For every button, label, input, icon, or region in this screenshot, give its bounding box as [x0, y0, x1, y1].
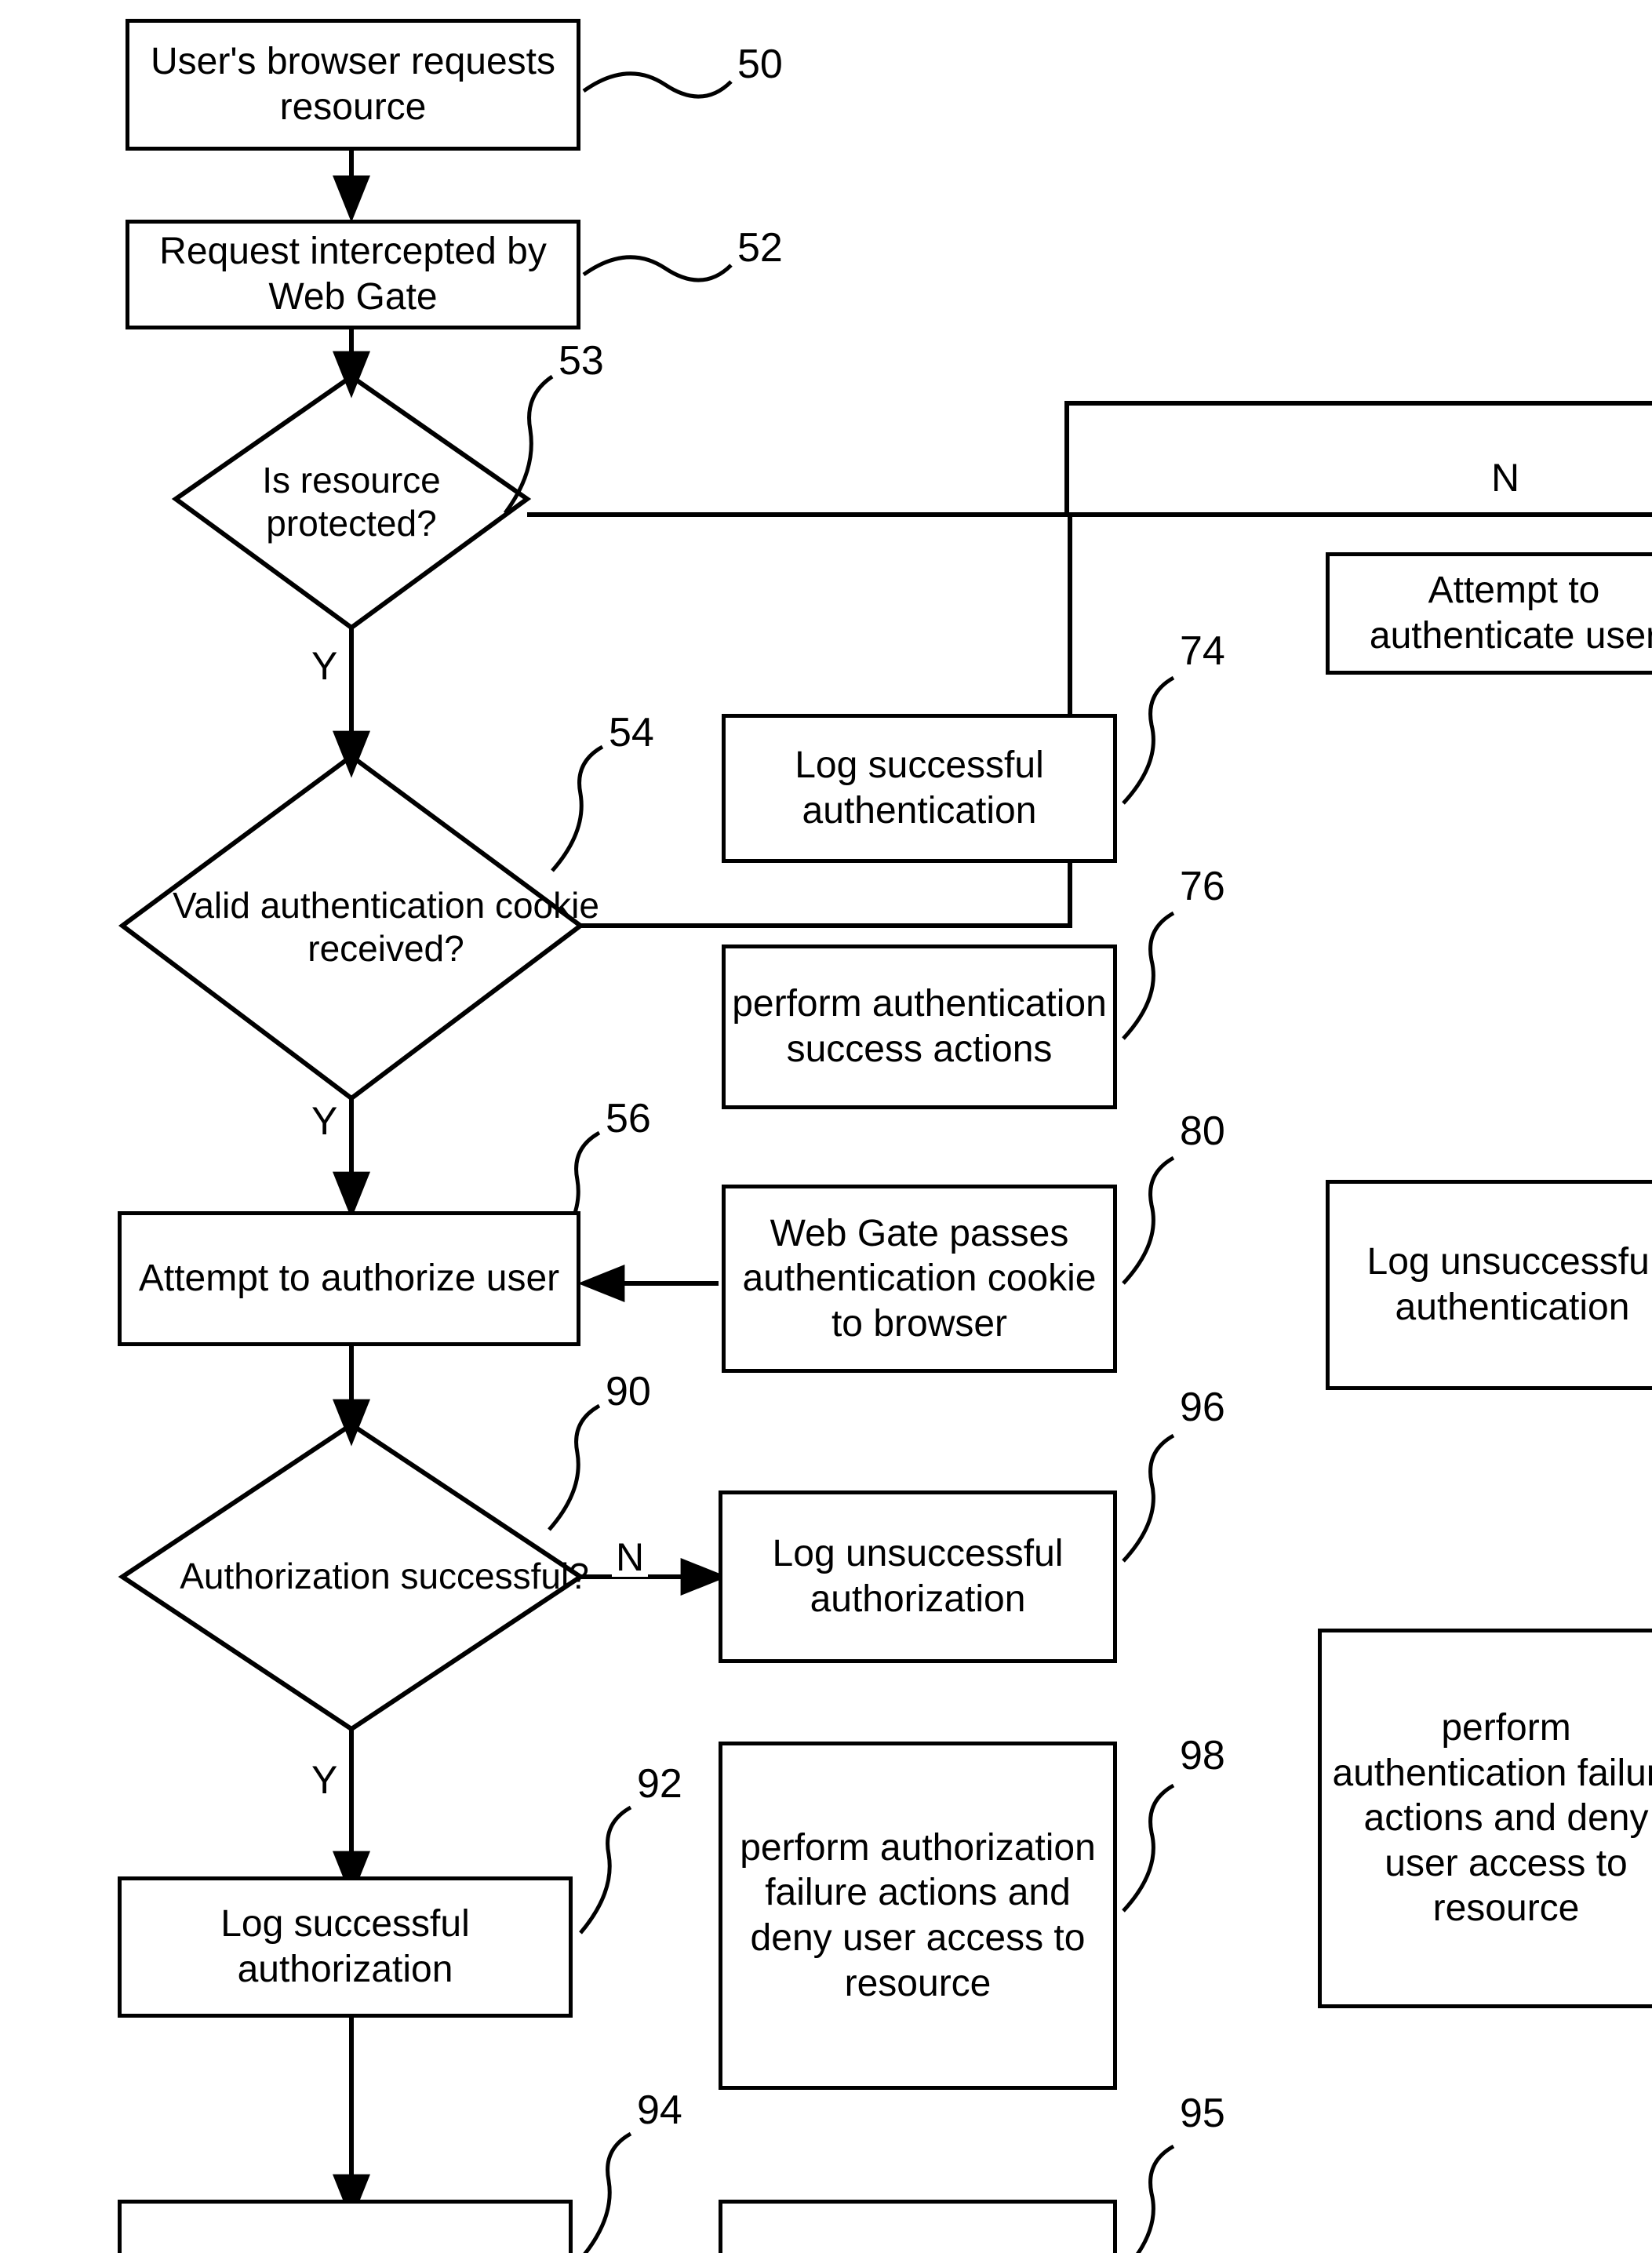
ref-56: 56 — [606, 1096, 651, 1141]
node-52-request-intercepted-by-web-gate: Request intercepted by Web Gate — [126, 220, 580, 329]
node-74-label: Log successful authentication — [795, 744, 1044, 832]
leader-94 — [583, 2131, 632, 2253]
node-66-perform-authentication-failure-actions: perform authentication failure actions a… — [1318, 1629, 1652, 2008]
ref-74: 74 — [1180, 628, 1225, 674]
node-66-label: perform authentication failure actions a… — [1332, 1707, 1652, 1930]
ref-98: 98 — [1180, 1733, 1225, 1778]
ref-95: 95 — [1180, 2091, 1225, 2136]
node-54-valid-authentication-cookie-received: Valid authentication cookie received? — [122, 756, 599, 1098]
node-76-label: perform authentication success actions — [732, 983, 1107, 1070]
node-60-attempt-to-authenticate-user: Attempt to authenticate user — [1326, 552, 1652, 675]
leader-74 — [1122, 675, 1175, 805]
node-90-authorization-successful: Authorization successful? — [122, 1425, 589, 1729]
node-92-log-successful-authorization: Log successful authorization — [118, 1876, 573, 2018]
node-64-label: Log unsuccessful authentication — [1366, 1241, 1652, 1328]
node-50-users-browser-requests-resource: User's browser requests resource — [126, 19, 580, 151]
node-98-perform-authorization-failure-actions: perform authorization failure actions an… — [719, 1742, 1117, 2090]
branch-53-yes: Y — [307, 646, 342, 686]
node-80-web-gate-passes-authentication-cookie: Web Gate passes authentication cookie to… — [722, 1185, 1117, 1373]
node-76-perform-authentication-success-actions: perform authentication success actions — [722, 945, 1117, 1109]
ref-53: 53 — [559, 338, 604, 384]
ref-76: 76 — [1180, 864, 1225, 909]
node-50-label: User's browser requests resource — [151, 41, 555, 128]
leader-92 — [579, 1805, 632, 1935]
ref-94: 94 — [637, 2087, 682, 2133]
node-53-label: Is resource protected? — [262, 459, 441, 544]
leader-52 — [582, 255, 733, 282]
node-92-label: Log successful authorization — [220, 1903, 470, 1990]
leader-50 — [582, 71, 733, 99]
node-64-log-unsuccessful-authentication: Log unsuccessful authentication — [1326, 1180, 1652, 1390]
node-98-label: perform authorization failure actions an… — [740, 1826, 1096, 2004]
ref-92: 92 — [637, 1761, 682, 1807]
node-54-label: Valid authentication cookie received? — [173, 884, 599, 969]
branch-53-no: N — [1487, 458, 1524, 497]
ref-96: 96 — [1180, 1385, 1225, 1430]
node-94-perform-authorization-success-actions: perform authorization success actions — [118, 2200, 573, 2253]
leader-76 — [1122, 911, 1175, 1040]
leader-95 — [1135, 2144, 1175, 2253]
node-53-is-resource-protected: Is resource protected? — [176, 377, 527, 628]
node-95-grant-access-to-resource: Grant access to resource — [719, 2200, 1117, 2253]
node-96-label: Log unsuccessful authorization — [772, 1533, 1064, 1620]
node-74-log-successful-authentication: Log successful authentication — [722, 714, 1117, 863]
leader-98 — [1122, 1783, 1175, 1913]
ref-50: 50 — [737, 42, 783, 87]
figure-canvas: FIG. 2 User's browser requests resource … — [0, 0, 1652, 2253]
node-90-label: Authorization successful? — [180, 1556, 589, 1597]
node-80-label: Web Gate passes authentication cookie to… — [742, 1212, 1097, 1345]
ref-54: 54 — [609, 710, 654, 755]
ref-80: 80 — [1180, 1108, 1225, 1154]
branch-54-yes: Y — [307, 1101, 342, 1141]
node-56-label: Attempt to authorize user — [138, 1258, 560, 1300]
node-60-label: Attempt to authenticate user — [1369, 570, 1652, 657]
leader-80 — [1122, 1156, 1175, 1285]
node-56-attempt-to-authorize-user: Attempt to authorize user — [118, 1211, 580, 1346]
ref-52: 52 — [737, 225, 783, 271]
leader-96 — [1122, 1433, 1175, 1563]
ref-90: 90 — [606, 1369, 651, 1414]
node-52-label: Request intercepted by Web Gate — [159, 231, 547, 318]
branch-90-no: N — [612, 1538, 649, 1577]
node-96-log-unsuccessful-authorization: Log unsuccessful authorization — [719, 1490, 1117, 1663]
branch-90-yes: Y — [307, 1760, 342, 1800]
